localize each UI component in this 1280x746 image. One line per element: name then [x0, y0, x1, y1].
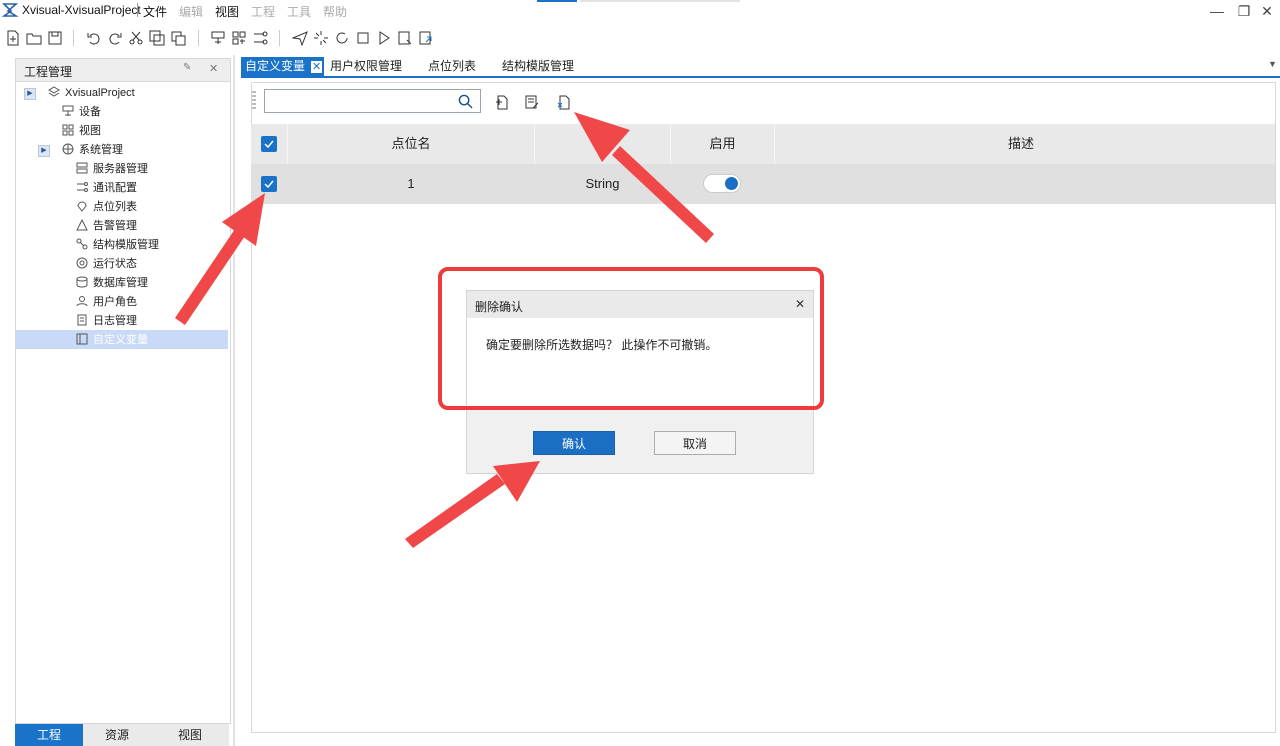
annotation-arrows — [175, 112, 714, 548]
arrow-to-checkbox — [175, 193, 265, 325]
arrow-to-confirm-button — [405, 461, 540, 548]
arrow-to-delete-icon — [574, 112, 714, 243]
